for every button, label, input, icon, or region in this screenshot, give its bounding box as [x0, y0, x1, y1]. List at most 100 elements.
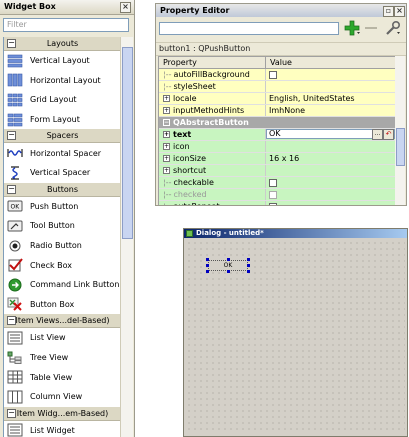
property-name: autoRepeat — [173, 202, 219, 205]
ok-button-label: OK — [223, 262, 233, 269]
category-label: Layouts — [46, 39, 79, 48]
widget-item-list-view[interactable]: List View — [4, 328, 121, 348]
widget-item-label: Grid Layout — [30, 95, 77, 105]
widget-item-tool-button[interactable]: Tool Button — [4, 216, 121, 236]
property-row-text[interactable]: + text OK … ↶ — [159, 129, 395, 141]
property-name: shortcut — [173, 166, 207, 175]
filter-input[interactable]: Filter — [3, 18, 129, 32]
widget-item-label: Horizontal Layout — [30, 75, 101, 85]
property-row-iconsize[interactable]: + iconSize 16 x 16 — [159, 153, 395, 165]
property-value: ImhNone — [269, 106, 306, 115]
property-name: iconSize — [173, 154, 207, 163]
widget-item-tree-view[interactable]: Tree View — [4, 348, 121, 368]
column-header-value[interactable]: Value — [266, 57, 292, 68]
scrollbar-thumb[interactable] — [122, 47, 133, 239]
widget-item-horizontal-layout[interactable]: Horizontal Layout — [4, 71, 121, 91]
category-item-views[interactable]: − Item Views...del-Based) — [4, 314, 121, 329]
close-icon[interactable]: × — [394, 6, 405, 17]
float-icon[interactable]: ▫ — [383, 6, 394, 17]
property-row-locale[interactable]: + locale English, UnitedStates — [159, 93, 395, 105]
widget-item-push-button[interactable]: OK Push Button — [4, 197, 121, 217]
scrollbar-thumb[interactable] — [396, 128, 405, 166]
category-buttons[interactable]: − Buttons — [4, 182, 121, 197]
resize-handle[interactable] — [227, 258, 230, 261]
widget-item-command-link-button[interactable]: Command Link Button — [4, 275, 121, 295]
widget-item-label: Vertical Layout — [30, 56, 90, 66]
column-header-property[interactable]: Property — [159, 57, 266, 68]
widget-item-vertical-spacer[interactable]: Vertical Spacer — [4, 163, 121, 183]
widget-item-table-view[interactable]: Table View — [4, 367, 121, 387]
expand-icon[interactable]: + — [163, 131, 170, 138]
collapse-icon[interactable]: − — [163, 119, 170, 126]
widget-item-grid-layout[interactable]: Grid Layout — [4, 90, 121, 110]
property-row-autorepeat[interactable]: ¦--autoRepeat — [159, 201, 395, 205]
widget-box-scrollbar[interactable] — [120, 37, 133, 437]
category-spacers[interactable]: − Spacers — [4, 129, 121, 144]
widget-item-check-box[interactable]: Check Box — [4, 255, 121, 275]
form-canvas[interactable]: OK — [186, 240, 405, 434]
grid-layout-icon — [7, 93, 23, 107]
resize-handle[interactable] — [247, 270, 250, 273]
resize-handle[interactable] — [206, 258, 209, 261]
resize-handle[interactable] — [247, 264, 250, 267]
widget-item-column-view[interactable]: Column View — [4, 387, 121, 407]
property-section-qabstractbutton[interactable]: − QAbstractButton — [159, 117, 395, 129]
reset-icon[interactable]: ↶ — [383, 129, 394, 140]
widget-item-horizontal-spacer[interactable]: Horizontal Spacer — [4, 143, 121, 163]
property-checkbox[interactable] — [269, 178, 277, 187]
widget-item-list-widget[interactable]: List Widget — [4, 421, 121, 437]
property-checkbox[interactable] — [269, 70, 277, 79]
command-link-icon — [7, 278, 23, 292]
widget-item-label: Vertical Spacer — [30, 168, 91, 178]
expand-icon[interactable]: + — [163, 95, 170, 102]
tool-button-icon — [7, 219, 23, 233]
form-window-titlebar[interactable]: Dialog - untitled* — [184, 229, 407, 238]
add-property-icon[interactable] — [344, 20, 362, 38]
expand-icon[interactable]: + — [163, 107, 170, 114]
property-name: autoFillBackground — [173, 70, 250, 79]
collapse-icon[interactable]: − — [7, 316, 16, 326]
horizontal-spacer-icon — [7, 146, 23, 160]
widget-item-label: Command Link Button — [30, 280, 120, 290]
property-filter-input[interactable] — [159, 22, 339, 35]
list-view-icon — [7, 331, 23, 345]
property-row-autofillbackground[interactable]: ¦-- autoFillBackground — [159, 69, 395, 81]
collapse-icon[interactable]: − — [7, 131, 16, 141]
resize-handle[interactable] — [206, 264, 209, 267]
collapse-icon[interactable]: − — [7, 39, 16, 48]
category-label: Spacers — [46, 131, 79, 141]
ellipsis-button[interactable]: … — [372, 129, 383, 140]
expand-icon[interactable]: + — [163, 167, 170, 174]
remove-property-icon[interactable] — [364, 23, 378, 35]
resize-handle[interactable] — [227, 270, 230, 273]
collapse-icon[interactable]: − — [7, 408, 16, 418]
category-layouts[interactable]: − Layouts — [4, 37, 121, 51]
svg-text:OK: OK — [11, 204, 21, 211]
widget-item-label: Check Box — [30, 260, 73, 270]
widget-item-button-box[interactable]: Button Box — [4, 295, 121, 315]
expand-icon[interactable]: + — [163, 155, 170, 162]
property-table: Property Value ¦-- autoFillBackground ¦--… — [158, 56, 396, 205]
expand-icon[interactable]: + — [163, 143, 170, 150]
configure-wrench-icon[interactable] — [384, 20, 402, 38]
property-row-checkable[interactable]: ¦-- checkable — [159, 177, 395, 189]
property-row-shortcut[interactable]: + shortcut — [159, 165, 395, 177]
widget-box-panel: Widget Box × Filter − Layouts Vertical L… — [0, 0, 135, 437]
widget-item-vertical-layout[interactable]: Vertical Layout — [4, 51, 121, 71]
category-item-widgets[interactable]: − Item Widg...em-Based) — [4, 406, 121, 421]
close-icon[interactable]: × — [120, 2, 131, 13]
resize-handle[interactable] — [247, 258, 250, 261]
property-row-inputmethodhints[interactable]: + inputMethodHints ImhNone — [159, 105, 395, 117]
widget-item-form-layout[interactable]: Form Layout — [4, 110, 121, 130]
property-checkbox — [269, 190, 277, 199]
vertical-spacer-icon — [7, 166, 23, 180]
property-row-icon[interactable]: + icon — [159, 141, 395, 153]
widget-item-radio-button[interactable]: Radio Button — [4, 236, 121, 256]
property-table-scrollbar[interactable] — [395, 56, 405, 205]
property-row-checked: ¦-- checked — [159, 189, 395, 201]
collapse-icon[interactable]: − — [7, 184, 16, 194]
property-row-stylesheet[interactable]: ¦-- styleSheet — [159, 81, 395, 93]
resize-handle[interactable] — [206, 270, 209, 273]
property-checkbox[interactable] — [269, 202, 277, 205]
widget-item-label: Push Button — [30, 201, 79, 211]
